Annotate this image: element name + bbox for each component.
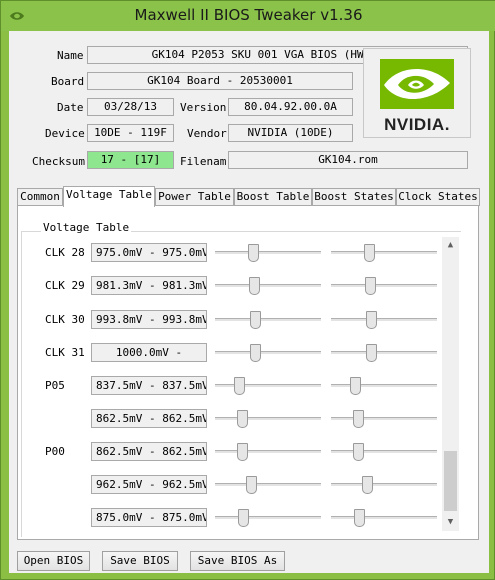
- voltage-value-field[interactable]: 862.5mV - 862.5mV: [91, 409, 207, 428]
- max-voltage-slider-thumb[interactable]: [354, 509, 365, 527]
- date-field[interactable]: 03/28/13: [87, 98, 174, 116]
- tab-common[interactable]: Common: [17, 188, 63, 206]
- row-label: CLK 31: [45, 346, 85, 359]
- device-field[interactable]: 10DE - 119F: [87, 124, 174, 142]
- vertical-scrollbar[interactable]: ▲ ▼: [442, 237, 459, 531]
- row-label: P00: [45, 445, 65, 458]
- voltage-value-field[interactable]: 1000.0mV -: [91, 343, 207, 362]
- device-label: Device: [45, 127, 85, 140]
- vendor-label: Vendor: [187, 127, 227, 140]
- vendor-field[interactable]: NVIDIA (10DE): [228, 124, 353, 142]
- board-field[interactable]: GK104 Board - 20530001: [87, 72, 353, 90]
- version-label: Version: [180, 101, 227, 114]
- voltage-value-field[interactable]: 837.5mV - 837.5mV: [91, 376, 207, 395]
- max-voltage-slider-thumb[interactable]: [350, 377, 361, 395]
- row-label: CLK 28: [45, 246, 85, 259]
- max-voltage-slider-track[interactable]: [331, 483, 437, 487]
- max-voltage-slider-track[interactable]: [331, 516, 437, 520]
- nvidia-logo: NVIDIA.: [363, 48, 471, 138]
- max-voltage-slider-track[interactable]: [331, 284, 437, 288]
- voltage-table-title: Voltage Table: [41, 221, 132, 234]
- date-label: Date: [57, 101, 84, 114]
- voltage-value-field[interactable]: 975.0mV - 975.0mV: [91, 243, 207, 262]
- max-voltage-slider-thumb[interactable]: [365, 277, 376, 295]
- checksum-field[interactable]: 17 - [17]: [87, 151, 174, 169]
- max-voltage-slider-thumb[interactable]: [362, 476, 373, 494]
- min-voltage-slider-thumb[interactable]: [234, 377, 245, 395]
- row-label: CLK 30: [45, 313, 85, 326]
- min-voltage-slider-thumb[interactable]: [249, 277, 260, 295]
- max-voltage-slider-track[interactable]: [331, 251, 437, 255]
- max-voltage-slider-track[interactable]: [331, 450, 437, 454]
- version-field[interactable]: 80.04.92.00.0A: [228, 98, 353, 116]
- tab-boost-states[interactable]: Boost States: [312, 188, 396, 206]
- row-label: CLK 29: [45, 279, 85, 292]
- nvidia-wordmark: NVIDIA.: [384, 115, 450, 134]
- min-voltage-slider-track[interactable]: [215, 384, 321, 388]
- min-voltage-slider-thumb[interactable]: [237, 410, 248, 428]
- app-window: Maxwell II BIOS Tweaker v1.36 Name GK104…: [0, 0, 495, 580]
- voltage-value-field[interactable]: 962.5mV - 962.5mV: [91, 475, 207, 494]
- open-bios-button[interactable]: Open BIOS: [17, 551, 90, 571]
- scroll-down-icon[interactable]: ▼: [442, 514, 459, 531]
- max-voltage-slider-thumb[interactable]: [353, 410, 364, 428]
- tab-clock-states[interactable]: Clock States: [396, 188, 480, 206]
- filename-field[interactable]: GK104.rom: [228, 151, 468, 169]
- min-voltage-slider-thumb[interactable]: [238, 509, 249, 527]
- tab-boost-table[interactable]: Boost Table: [234, 188, 312, 206]
- max-voltage-slider-track[interactable]: [331, 384, 437, 388]
- max-voltage-slider-track[interactable]: [331, 318, 437, 322]
- max-voltage-slider-thumb[interactable]: [353, 443, 364, 461]
- save-bios-as-button[interactable]: Save BIOS As: [190, 551, 285, 571]
- window-title: Maxwell II BIOS Tweaker v1.36: [134, 6, 363, 24]
- row-label: P05: [45, 379, 65, 392]
- max-voltage-slider-track[interactable]: [331, 417, 437, 421]
- tab-power-table[interactable]: Power Table: [155, 188, 234, 206]
- checksum-label: Checksum: [32, 155, 85, 168]
- name-label: Name: [57, 49, 84, 62]
- min-voltage-slider-track[interactable]: [215, 251, 321, 255]
- max-voltage-slider-thumb[interactable]: [364, 244, 375, 262]
- min-voltage-slider-track[interactable]: [215, 284, 321, 288]
- voltage-value-field[interactable]: 981.3mV - 981.3mV: [91, 276, 207, 295]
- max-voltage-slider-thumb[interactable]: [366, 311, 377, 329]
- min-voltage-slider-track[interactable]: [215, 516, 321, 520]
- filename-label: Filenam: [180, 155, 227, 168]
- scroll-thumb[interactable]: [444, 451, 457, 511]
- scroll-up-icon[interactable]: ▲: [442, 237, 459, 254]
- min-voltage-slider-track[interactable]: [215, 351, 321, 355]
- save-bios-button[interactable]: Save BIOS: [102, 551, 178, 571]
- voltage-value-field[interactable]: 993.8mV - 993.8mV: [91, 310, 207, 329]
- min-voltage-slider-track[interactable]: [215, 450, 321, 454]
- voltage-value-field[interactable]: 862.5mV - 862.5mV: [91, 442, 207, 461]
- tab-voltage-table[interactable]: Voltage Table: [63, 186, 155, 207]
- max-voltage-slider-thumb[interactable]: [366, 344, 377, 362]
- min-voltage-slider-track[interactable]: [215, 417, 321, 421]
- min-voltage-slider-thumb[interactable]: [250, 311, 261, 329]
- min-voltage-slider-thumb[interactable]: [248, 244, 259, 262]
- min-voltage-slider-thumb[interactable]: [250, 344, 261, 362]
- board-label: Board: [51, 75, 85, 88]
- min-voltage-slider-thumb[interactable]: [246, 476, 257, 494]
- title-bar[interactable]: Maxwell II BIOS Tweaker v1.36: [1, 1, 495, 31]
- min-voltage-slider-track[interactable]: [215, 483, 321, 487]
- min-voltage-slider-track[interactable]: [215, 318, 321, 322]
- min-voltage-slider-thumb[interactable]: [237, 443, 248, 461]
- voltage-value-field[interactable]: 875.0mV - 875.0mV: [91, 508, 207, 527]
- max-voltage-slider-track[interactable]: [331, 351, 437, 355]
